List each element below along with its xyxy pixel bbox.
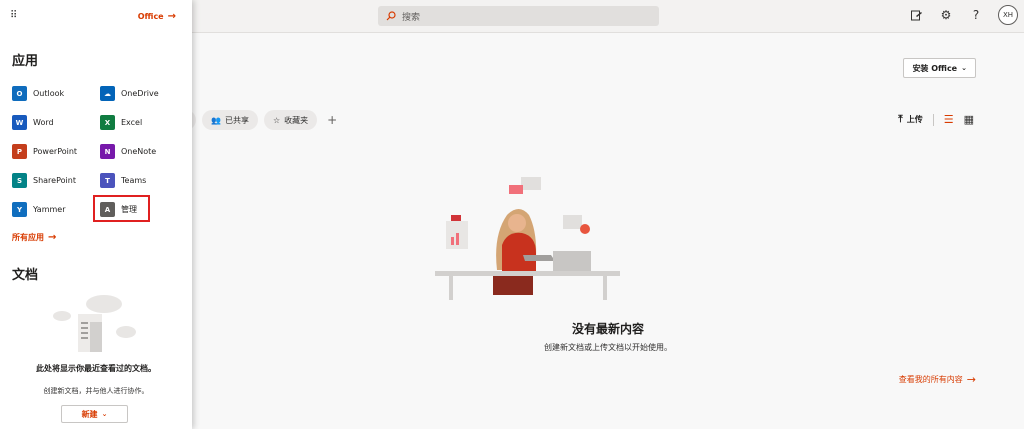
app-label: SharePoint [33, 176, 76, 185]
view-all-label: 查看我的所有内容 [898, 375, 963, 384]
install-office-label: 安装 Office [912, 63, 958, 73]
app-label: Excel [121, 118, 143, 127]
search-placeholder: 搜索 [402, 12, 421, 23]
grid-view-icon[interactable]: ▦ [964, 113, 974, 126]
empty-state-illustration [435, 177, 620, 300]
feedback-icon[interactable] [908, 7, 924, 23]
app-label: Outlook [33, 89, 65, 98]
yammer-icon: Y [12, 202, 27, 217]
docs-empty-subtitle: 创建新文档，并与他人进行协作。 [43, 387, 149, 395]
empty-state-title: 没有最新内容 [571, 322, 644, 336]
apps-section-title: 应用 [12, 54, 39, 69]
list-view-icon[interactable]: ☰ [944, 113, 954, 126]
docs-section-title: 文档 [12, 268, 39, 283]
office-link-label: Office [137, 12, 164, 21]
excel-icon: X [100, 115, 115, 130]
search-box[interactable]: 搜索 [378, 6, 659, 26]
search-icon [386, 11, 396, 21]
chevron-down-icon: ⌄ [101, 410, 108, 418]
filter-chips: 👥 已共享 ☆ 收藏夹 + [186, 110, 337, 130]
onenote-icon: N [100, 144, 115, 159]
office-home-link[interactable]: Office → [138, 11, 176, 22]
divider [932, 113, 934, 126]
chip-shared-label: 已共享 [224, 115, 249, 125]
avatar[interactable]: XH [998, 5, 1018, 25]
docs-empty-title-text: 此处将显示你最近查看过的文档。 [36, 364, 156, 373]
chip-favorites-label: 收藏夹 [284, 115, 309, 125]
outlook-icon: O [12, 86, 27, 101]
app-sharepoint[interactable]: S SharePoint [12, 173, 76, 188]
onedrive-icon: ☁ [100, 86, 115, 101]
all-apps-link[interactable]: 所有应用 → [12, 232, 56, 243]
docs-empty-title: 此处将显示你最近查看过的文档。 [0, 363, 192, 374]
app-outlook[interactable]: O Outlook [12, 86, 64, 101]
chip-shared[interactable]: 👥 已共享 [202, 110, 258, 130]
settings-gear-icon[interactable]: ⚙ [938, 7, 954, 23]
app-label: OneNote [121, 147, 157, 156]
app-word[interactable]: W Word [12, 115, 54, 130]
app-label: PowerPoint [33, 147, 78, 156]
app-launcher-waffle-icon[interactable]: ⠿ [10, 10, 17, 21]
teams-icon: T [100, 173, 115, 188]
star-icon: ☆ [272, 115, 281, 125]
arrow-right-icon: → [48, 232, 57, 243]
people-icon: 👥 [211, 115, 221, 125]
app-teams[interactable]: T Teams [100, 173, 146, 188]
empty-state-subtitle: 创建新文档或上传文档以开始使用。 [544, 343, 672, 352]
help-icon[interactable]: ? [968, 7, 984, 23]
word-icon: W [12, 115, 27, 130]
new-document-button[interactable]: 新建 ⌄ [61, 405, 128, 423]
upload-icon: ⤒ [898, 114, 903, 125]
app-excel[interactable]: X Excel [100, 115, 142, 130]
upload-label: 上传 [906, 115, 923, 124]
app-yammer[interactable]: Y Yammer [12, 202, 65, 217]
app-label: Yammer [33, 205, 66, 214]
main-content: 安装 Office ⌄ 👥 已共享 ☆ 收藏夹 + ⤒ 上传 ☰ ▦ 没有最新内… [186, 33, 1024, 429]
add-filter-icon[interactable]: + [327, 113, 337, 127]
app-label: Word [33, 118, 54, 127]
documents-illustration [53, 295, 136, 352]
sharepoint-icon: S [12, 173, 27, 188]
app-powerpoint[interactable]: P PowerPoint [12, 144, 77, 159]
app-label: OneDrive [121, 89, 159, 98]
admin-highlight-box [93, 195, 150, 222]
view-all-content-link[interactable]: 查看我的所有内容 → [899, 373, 976, 386]
arrow-right-icon: → [167, 11, 176, 22]
app-onedrive[interactable]: ☁ OneDrive [100, 86, 159, 101]
app-launcher-panel: ⠿ Office → 应用 O Outlook ☁ OneDrive W Word X Exc… [0, 0, 192, 429]
chip-favorites[interactable]: ☆ 收藏夹 [263, 110, 318, 130]
chevron-down-icon: ⌄ [961, 64, 967, 72]
all-apps-label: 所有应用 [12, 233, 44, 242]
upload-button[interactable]: ⤒ 上传 [898, 114, 922, 125]
app-label: Teams [121, 176, 147, 185]
new-label: 新建 [81, 409, 98, 419]
arrow-right-icon: → [966, 373, 976, 386]
install-office-button[interactable]: 安装 Office ⌄ [903, 58, 976, 78]
powerpoint-icon: P [12, 144, 27, 159]
app-onenote[interactable]: N OneNote [100, 144, 156, 159]
